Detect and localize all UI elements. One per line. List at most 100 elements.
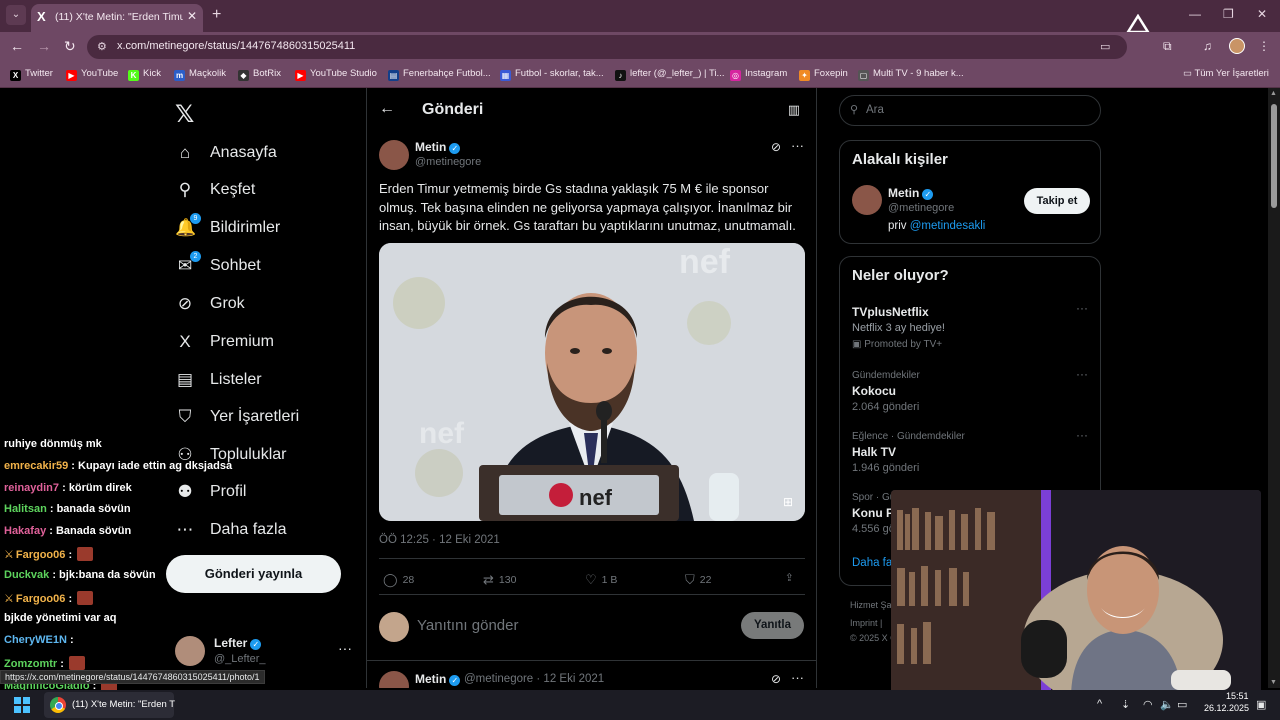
image-options-icon[interactable]: ⊞ [783, 495, 793, 509]
explore-icon: ⚲ [178, 180, 192, 199]
notification-icon[interactable]: ▣ [1256, 698, 1266, 711]
more-icon[interactable]: ··· [791, 670, 804, 685]
reader-mode-icon[interactable]: ▥ [788, 102, 800, 118]
close-window-button[interactable]: ✕ [1257, 7, 1267, 21]
bookmark-item[interactable]: ◎ Instagram [730, 68, 787, 81]
more-icon[interactable]: ··· [791, 138, 804, 153]
reply-input[interactable]: Yanıtını gönder [417, 617, 518, 634]
next-tweet-author[interactable]: Metin ✓ [415, 672, 461, 686]
lists-icon: ▤ [176, 370, 194, 389]
nav-icon-wrap: ⌂ [175, 143, 195, 163]
wifi-icon[interactable]: ◠ [1143, 698, 1153, 711]
related-name[interactable]: Metin ✓ [888, 186, 934, 200]
scroll-thumb[interactable] [1271, 104, 1277, 208]
tab-search-button[interactable]: ⌄ [6, 5, 26, 25]
scroll-up-icon[interactable]: ▲ [1270, 90, 1277, 97]
avatar[interactable] [379, 140, 409, 170]
nav-item-explore[interactable]: ⚲ Keşfet [175, 175, 256, 205]
cast-icon[interactable]: ▭ [1100, 40, 1110, 53]
extensions-icon[interactable]: ⧉ [1163, 39, 1172, 54]
footer-link[interactable]: Imprint | [850, 618, 882, 628]
x-logo-icon[interactable]: 𝕏 [175, 100, 194, 129]
back-icon[interactable]: ← [10, 38, 24, 54]
follow-button[interactable]: Takip et [1024, 188, 1090, 214]
chat-separator: : [65, 549, 76, 561]
bookmark-item[interactable]: ♪ lefter (@_lefter_) | Ti... [615, 68, 724, 81]
bookmark-item[interactable]: ▢ Multi TV - 9 haber k... [858, 68, 964, 81]
avatar[interactable] [379, 671, 409, 688]
tweet-timestamp[interactable]: ÖÖ 12:25 · 12 Eki 2021 [379, 534, 500, 546]
like-action[interactable]: ♡ 1 B [585, 572, 617, 588]
tweet-photo[interactable]: nef nef nef ⊞ [379, 243, 805, 521]
share-icon[interactable]: ⇪ [785, 572, 794, 584]
show-more-link[interactable]: Daha fa [852, 557, 892, 569]
new-tab-button[interactable]: + [212, 6, 221, 24]
search-input[interactable]: ⚲ Ara [839, 95, 1101, 126]
bookmark-item[interactable]: ◆ BotRix [238, 68, 281, 81]
site-info-icon[interactable]: ⚙ [97, 40, 107, 53]
reload-icon[interactable]: ↻ [64, 38, 76, 55]
battery-icon[interactable]: ▭ [1177, 698, 1187, 711]
tweet-handle[interactable]: @metinegore [415, 156, 481, 168]
grok-icon[interactable]: ⊘ [771, 140, 781, 154]
minimize-button[interactable]: — [1189, 7, 1201, 21]
sword-badge-icon: ⚔ [4, 592, 14, 605]
next-tweet-meta[interactable]: @metinegore · 12 Eki 2021 [464, 673, 604, 685]
nav-item-home[interactable]: ⌂ Anasayfa [175, 138, 277, 168]
back-arrow-icon[interactable]: ← [379, 100, 395, 118]
trend-name[interactable]: TVplusNetflix [852, 305, 929, 319]
footer-link[interactable]: Hizmet Şa [850, 600, 892, 610]
more-icon[interactable]: ··· [1076, 301, 1088, 315]
avatar[interactable] [852, 185, 882, 215]
bookmark-item[interactable]: K Kick [128, 68, 161, 81]
more-icon[interactable]: ··· [338, 640, 352, 656]
tab-close-icon[interactable]: ✕ [187, 9, 197, 23]
taskbar-chrome-app[interactable]: (11) X'te Metin: "Erden T [44, 692, 175, 718]
tweet-author[interactable]: Metin ✓ [415, 140, 461, 154]
emote-icon [77, 590, 94, 605]
bookmark-item[interactable]: ▦ Futbol - skorlar, tak... [500, 68, 604, 81]
bio-link[interactable]: @metindesakli [910, 220, 986, 232]
retweet-action[interactable]: ⇄ 130 [483, 572, 516, 588]
active-tab[interactable]: X (11) X'te Metin: "Erden Timur y ✕ [31, 4, 203, 32]
heart-icon: ♡ [585, 572, 597, 587]
related-handle[interactable]: @metinegore [888, 202, 954, 214]
profile-avatar[interactable] [1229, 38, 1245, 54]
nav-item-messages[interactable]: ✉ 2 Sohbet [175, 251, 261, 281]
nav-item-notifications[interactable]: 🔔 9 Bildirimler [175, 213, 280, 243]
maximize-button[interactable]: ❐ [1223, 7, 1234, 21]
nav-item-bookmarks[interactable]: ⛉ Yer İşaretleri [175, 402, 300, 432]
forward-icon[interactable]: → [37, 38, 51, 54]
trend-name[interactable]: Kokocu [852, 384, 896, 398]
nav-item-premium[interactable]: X Premium [175, 327, 274, 357]
chat-message: ⚔ Fargoo06 : [4, 590, 94, 605]
more-icon[interactable]: ··· [1076, 367, 1088, 381]
chat-message: Duckvak : bjk:bana da sövün [4, 569, 156, 581]
bookmark-item[interactable]: X Twitter [10, 68, 53, 81]
reply-button[interactable]: Yanıtla [741, 612, 804, 639]
address-bar[interactable]: ⚙ x.com/metinegore/status/14476748603150… [87, 35, 1127, 59]
bookmark-item[interactable]: m Maçkolik [174, 68, 226, 81]
grok-icon[interactable]: ⊘ [771, 672, 781, 686]
tray-overflow-icon[interactable]: ^ [1097, 698, 1102, 710]
browser-menu-icon[interactable]: ⋮ [1258, 39, 1270, 53]
chat-separator: : [46, 503, 57, 516]
clock-date[interactable]: 26.12.2025 [1204, 703, 1249, 713]
tray-app-icon[interactable]: ⇣ [1121, 698, 1130, 711]
all-bookmarks-button[interactable]: ▭ Tüm Yer İşaretleri [1183, 68, 1269, 79]
bookmark-item[interactable]: ▶ YouTube Studio [295, 68, 377, 81]
bookmark-action[interactable]: ⛉ 22 [685, 572, 711, 588]
volume-icon[interactable]: 🔈 [1160, 698, 1174, 711]
nav-item-lists[interactable]: ▤ Listeler [175, 365, 262, 395]
media-control-icon[interactable]: ♫ [1203, 39, 1212, 53]
bookmark-item[interactable]: ✦ Foxepin [799, 68, 848, 81]
bookmark-item[interactable]: ▶ YouTube [66, 68, 118, 81]
more-icon[interactable]: ··· [1076, 428, 1088, 442]
bookmark-item[interactable]: ▤ Fenerbahçe Futbol... [388, 68, 491, 81]
nav-item-grok[interactable]: ⊘ Grok [175, 289, 245, 319]
trend-name[interactable]: Halk TV [852, 445, 896, 459]
page-scrollbar[interactable]: ▲ ▼ [1268, 88, 1280, 688]
scroll-down-icon[interactable]: ▼ [1270, 679, 1277, 686]
reply-action[interactable]: ◯ 28 [383, 572, 414, 588]
windows-start-icon[interactable] [14, 697, 30, 713]
